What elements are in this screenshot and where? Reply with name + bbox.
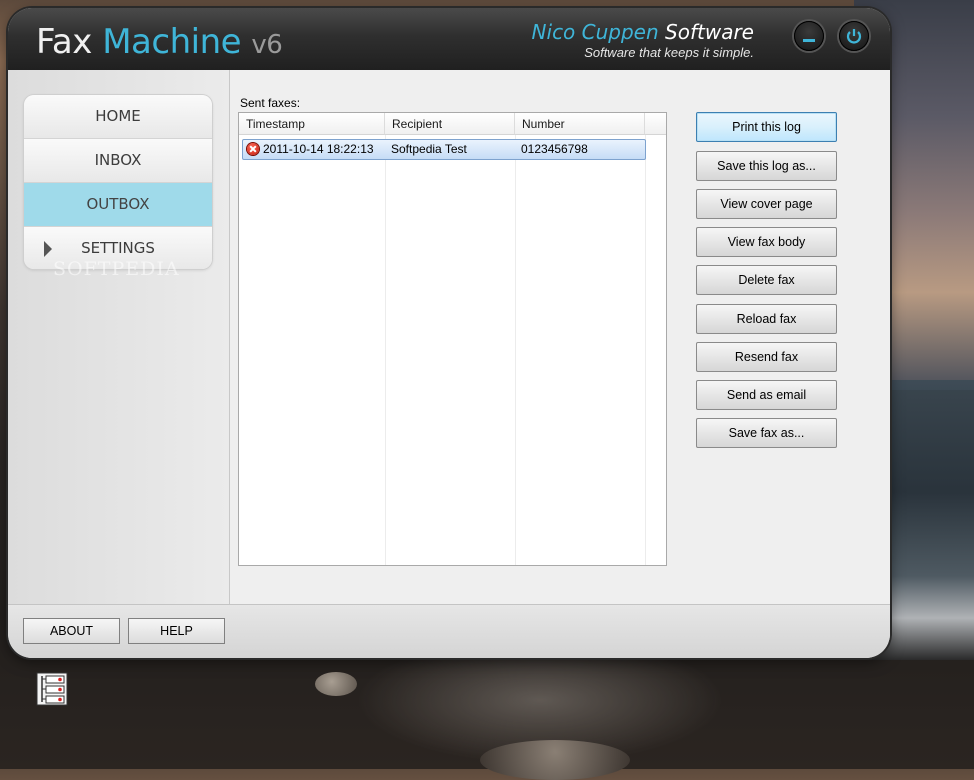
nav-menu: HOME INBOX OUTBOX SETTINGS	[24, 95, 212, 269]
softpedia-watermark: SOFTPEDIA	[53, 258, 180, 280]
tray-icon[interactable]	[36, 672, 68, 706]
cell-number: 0123456798	[521, 142, 588, 156]
brand-tagline: Software that keeps it simple.	[584, 45, 754, 60]
save-log-button[interactable]: Save this log as...	[696, 151, 837, 181]
app-window: Fax Machine v6 Nico Cuppen Software Soft…	[8, 8, 890, 658]
delete-fax-button[interactable]: Delete fax	[696, 265, 837, 295]
minimize-button[interactable]	[794, 21, 824, 51]
send-as-email-button[interactable]: Send as email	[696, 380, 837, 410]
minimize-icon	[803, 39, 815, 42]
expand-arrow-icon	[44, 241, 52, 257]
column-divider	[385, 135, 386, 565]
save-fax-as-button[interactable]: Save fax as...	[696, 418, 837, 448]
nav-item-label: HOME	[95, 107, 141, 125]
view-fax-body-button[interactable]: View fax body	[696, 227, 837, 257]
brand-name-nico: Nico Cuppen	[531, 20, 659, 44]
app-title-version: v6	[251, 30, 283, 60]
cell-recipient: Softpedia Test	[391, 142, 467, 156]
resend-fax-button[interactable]: Resend fax	[696, 342, 837, 372]
app-title: Fax Machine v6	[36, 22, 283, 62]
app-title-fax: Fax	[36, 22, 92, 62]
sent-faxes-list[interactable]: Timestamp Recipient Number 2011-10-14 18…	[238, 112, 667, 566]
bottom-bar: ABOUT HELP	[8, 604, 890, 658]
brand-block: Nico Cuppen Software Software that keeps…	[532, 20, 754, 60]
power-icon	[846, 29, 862, 44]
sent-faxes-label: Sent faxes:	[240, 96, 301, 110]
nav-item-label: SETTINGS	[81, 239, 155, 257]
navigation-pane: HOME INBOX OUTBOX SETTINGS SOFTPEDIA	[8, 70, 230, 604]
column-header-filler	[645, 113, 666, 135]
nav-item-inbox[interactable]: INBOX	[24, 139, 212, 183]
help-button[interactable]: HELP	[128, 618, 225, 644]
view-cover-page-button[interactable]: View cover page	[696, 189, 837, 219]
app-title-machine: Machine	[102, 22, 242, 62]
title-bar[interactable]: Fax Machine v6 Nico Cuppen Software Soft…	[8, 8, 890, 70]
power-button[interactable]	[839, 21, 869, 51]
column-divider	[515, 135, 516, 565]
nav-item-outbox[interactable]: OUTBOX	[24, 183, 212, 227]
column-header-timestamp[interactable]: Timestamp	[239, 113, 385, 135]
brand-name-software: Software	[665, 20, 754, 44]
nav-item-label: INBOX	[94, 151, 142, 169]
cell-timestamp: 2011-10-14 18:22:13	[263, 142, 374, 156]
column-divider	[645, 135, 646, 565]
about-button[interactable]: ABOUT	[23, 618, 120, 644]
print-log-button[interactable]: Print this log	[696, 112, 837, 142]
brand-name: Nico Cuppen Software	[532, 20, 754, 44]
reload-fax-button[interactable]: Reload fax	[696, 304, 837, 334]
desktop-rock	[315, 672, 357, 696]
desktop-rock	[480, 740, 630, 780]
error-icon	[247, 143, 259, 155]
nav-item-label: OUTBOX	[86, 195, 150, 213]
nav-item-home[interactable]: HOME	[24, 95, 212, 139]
table-row[interactable]: 2011-10-14 18:22:13 Softpedia Test 01234…	[242, 139, 646, 160]
column-header-recipient[interactable]: Recipient	[385, 113, 515, 135]
column-header-number[interactable]: Number	[515, 113, 645, 135]
main-content: Sent faxes: Timestamp Recipient Number 2…	[230, 70, 890, 604]
